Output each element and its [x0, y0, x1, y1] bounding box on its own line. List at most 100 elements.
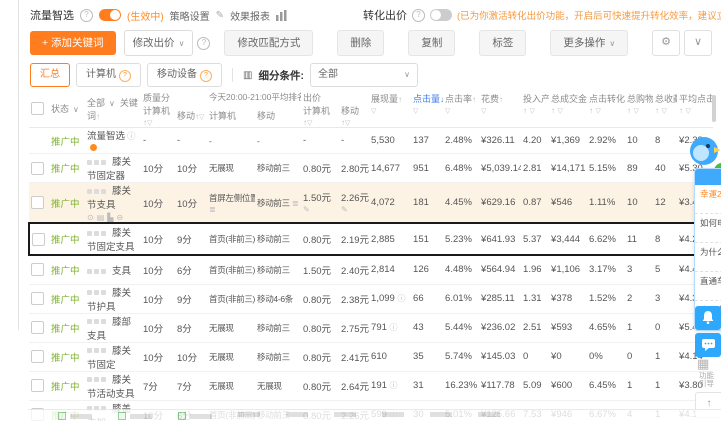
col-metric-4[interactable]: 投入产出比↑ ▽: [521, 90, 549, 128]
cell-keyword[interactable]: 膝关节固定: [85, 342, 141, 372]
cell-gmv: ¥3,444: [549, 222, 588, 256]
cell-favorites: 0: [653, 313, 678, 343]
scrollbar-thumb[interactable]: [712, 95, 716, 122]
info-icon[interactable]: ⓘ: [390, 381, 398, 390]
chip-computer[interactable]: 计算机?: [76, 63, 141, 87]
col-metric-6[interactable]: 点击转化率↑ ▽: [587, 90, 625, 128]
cell-rank-mobile[interactable]: 移动前三 ≣: [255, 182, 302, 224]
row-checkbox[interactable]: [31, 196, 44, 209]
modify-bid-select[interactable]: 修改出价 ∨: [123, 30, 194, 56]
cell-select[interactable]: [29, 182, 49, 224]
cell-keyword[interactable]: 流量智选 ⓘ: [85, 127, 141, 154]
info-icon[interactable]: ⓘ: [390, 323, 398, 332]
cell-bid-mobile[interactable]: 2.26元 ✎: [339, 182, 370, 224]
cell-select[interactable]: [29, 371, 49, 401]
cell-select[interactable]: [29, 342, 49, 372]
more-actions-button[interactable]: 更多操作 ∨: [550, 30, 629, 56]
strategy-settings-link[interactable]: 策略设置: [170, 8, 210, 23]
cell-carts: 11: [625, 222, 654, 256]
col-metric-8[interactable]: 总收藏数↑ ▽: [653, 90, 677, 128]
cell-clicks: 181: [411, 182, 444, 224]
edit-pencil-icon[interactable]: ✎: [341, 205, 348, 214]
col-keyword[interactable]: 全部 ∨ 关键词↑: [85, 90, 141, 128]
cell-select[interactable]: [29, 153, 49, 183]
col-metric-0[interactable]: 展现量↑ ▽: [369, 90, 411, 128]
sub-bid-mobile[interactable]: 移动↑▽: [339, 104, 369, 128]
info-icon[interactable]: ⓘ: [127, 131, 136, 141]
col-metric-7[interactable]: 总购物车数↑ ▽: [625, 90, 653, 128]
row-checkbox[interactable]: [31, 161, 44, 175]
notification-bell-button[interactable]: [695, 306, 721, 330]
sub-quality-computer[interactable]: 计算机↑▽: [141, 104, 175, 128]
cell-keyword[interactable]: 支具: [85, 255, 141, 285]
help-circle-icon[interactable]: ?: [412, 8, 425, 22]
help-item[interactable]: 如何申请图片功能: [695, 214, 721, 243]
col-metric-1[interactable]: 点击量↓▽: [411, 90, 443, 128]
report-link[interactable]: 效果报表: [230, 8, 270, 23]
edit-pencil-icon[interactable]: ✎: [303, 205, 310, 214]
cell-cvr: 5.15%: [587, 153, 626, 183]
row-checkbox[interactable]: [31, 321, 44, 334]
cell-gmv: ¥1,369: [549, 127, 588, 154]
cell-keyword[interactable]: 膝部支具: [85, 313, 141, 343]
add-keyword-button[interactable]: + 添加关键词: [30, 31, 116, 55]
sub-bid-computer[interactable]: 计算机↑▽: [301, 104, 339, 128]
cell-quality-mobile: 8分: [175, 313, 208, 343]
cell-clicks: 66: [411, 284, 444, 314]
copy-button[interactable]: 复制: [408, 30, 456, 56]
col-metric-5[interactable]: 总成交金额↑ ▽: [549, 90, 587, 128]
keyword-tool-icons[interactable]: ⊙▤▙⊖: [87, 213, 139, 222]
row-checkbox[interactable]: [31, 350, 44, 363]
cell-keyword[interactable]: 膝关节护具: [85, 284, 141, 314]
cell-bid-computer[interactable]: 1.50元 ✎: [301, 182, 340, 224]
scope-select[interactable]: 全部 ∨: [87, 98, 115, 108]
row-checkbox[interactable]: [31, 379, 44, 392]
chat-message-button[interactable]: [695, 333, 721, 357]
select-all-cell: [29, 90, 49, 128]
smart-traffic-toggle[interactable]: [99, 9, 121, 21]
tag-button[interactable]: 标签: [479, 30, 527, 56]
cell-select[interactable]: [29, 284, 49, 314]
guide-label[interactable]: 功能引导: [699, 372, 721, 388]
legend-item: [118, 412, 152, 420]
settings-gear-button[interactable]: ⚙: [652, 30, 680, 56]
cell-select[interactable]: [28, 222, 49, 256]
select-all-checkbox[interactable]: [31, 102, 44, 115]
cell-select[interactable]: [29, 313, 49, 343]
sub-quality-mobile[interactable]: 移动↑▽: [175, 104, 207, 128]
cell-rank-computer[interactable]: 首屏左侧位置 ≣: [207, 182, 256, 224]
chip-summary[interactable]: 汇总: [30, 63, 70, 87]
cell-select[interactable]: [29, 255, 49, 285]
delete-button[interactable]: 删除: [337, 30, 385, 56]
cell-keyword[interactable]: 膝关节活动支具: [85, 371, 141, 401]
col-metric-2[interactable]: 点击率↑ ▽: [443, 90, 479, 128]
info-circle-icon[interactable]: ?: [197, 36, 211, 50]
help-item[interactable]: 直通车推广: [695, 272, 721, 301]
collapse-chevron-button[interactable]: ∨: [684, 30, 712, 56]
help-item[interactable]: 为什么过日期…: [695, 243, 721, 272]
chip-mobile[interactable]: 移动设备?: [147, 63, 222, 87]
row-checkbox[interactable]: [32, 232, 45, 246]
col-status[interactable]: 状态 ∨: [49, 90, 85, 128]
cell-keyword[interactable]: 膝关节固定支具: [85, 222, 141, 256]
col-metric-3[interactable]: 花费↑ ▽: [479, 90, 521, 128]
grid-icon[interactable]: ▦: [697, 356, 709, 372]
rank-list-icon[interactable]: ≣: [292, 199, 299, 208]
help-circle-icon[interactable]: ?: [80, 8, 93, 22]
cell-cost: ¥641.93: [479, 222, 522, 256]
cell-keyword[interactable]: 膝关节固定器: [85, 153, 141, 183]
cell-rank-computer: 首页(非前三): [207, 284, 256, 314]
conversion-bid-toggle[interactable]: [430, 9, 452, 21]
modify-match-button[interactable]: 修改匹配方式: [224, 30, 314, 56]
row-checkbox[interactable]: [31, 292, 44, 305]
bar-chart-icon[interactable]: [276, 9, 287, 21]
rank-list-icon[interactable]: ≣: [209, 205, 216, 214]
col-metric-9[interactable]: 平均点击花费↑ ▽: [677, 90, 713, 128]
filter-condition-select[interactable]: 全部 ∨: [309, 63, 418, 87]
cell-keyword[interactable]: 膝关节支具 ⊙▤▙⊖: [85, 182, 141, 224]
help-item[interactable]: 幸運20…: [695, 185, 721, 214]
pencil-icon[interactable]: ✎: [216, 10, 224, 21]
action-toolbar: + 添加关键词 修改出价 ∨ ? 修改匹配方式 删除 复制 标签 更多操作 ∨: [30, 30, 629, 56]
row-checkbox[interactable]: [31, 263, 44, 277]
info-icon[interactable]: ⓘ: [397, 294, 405, 303]
